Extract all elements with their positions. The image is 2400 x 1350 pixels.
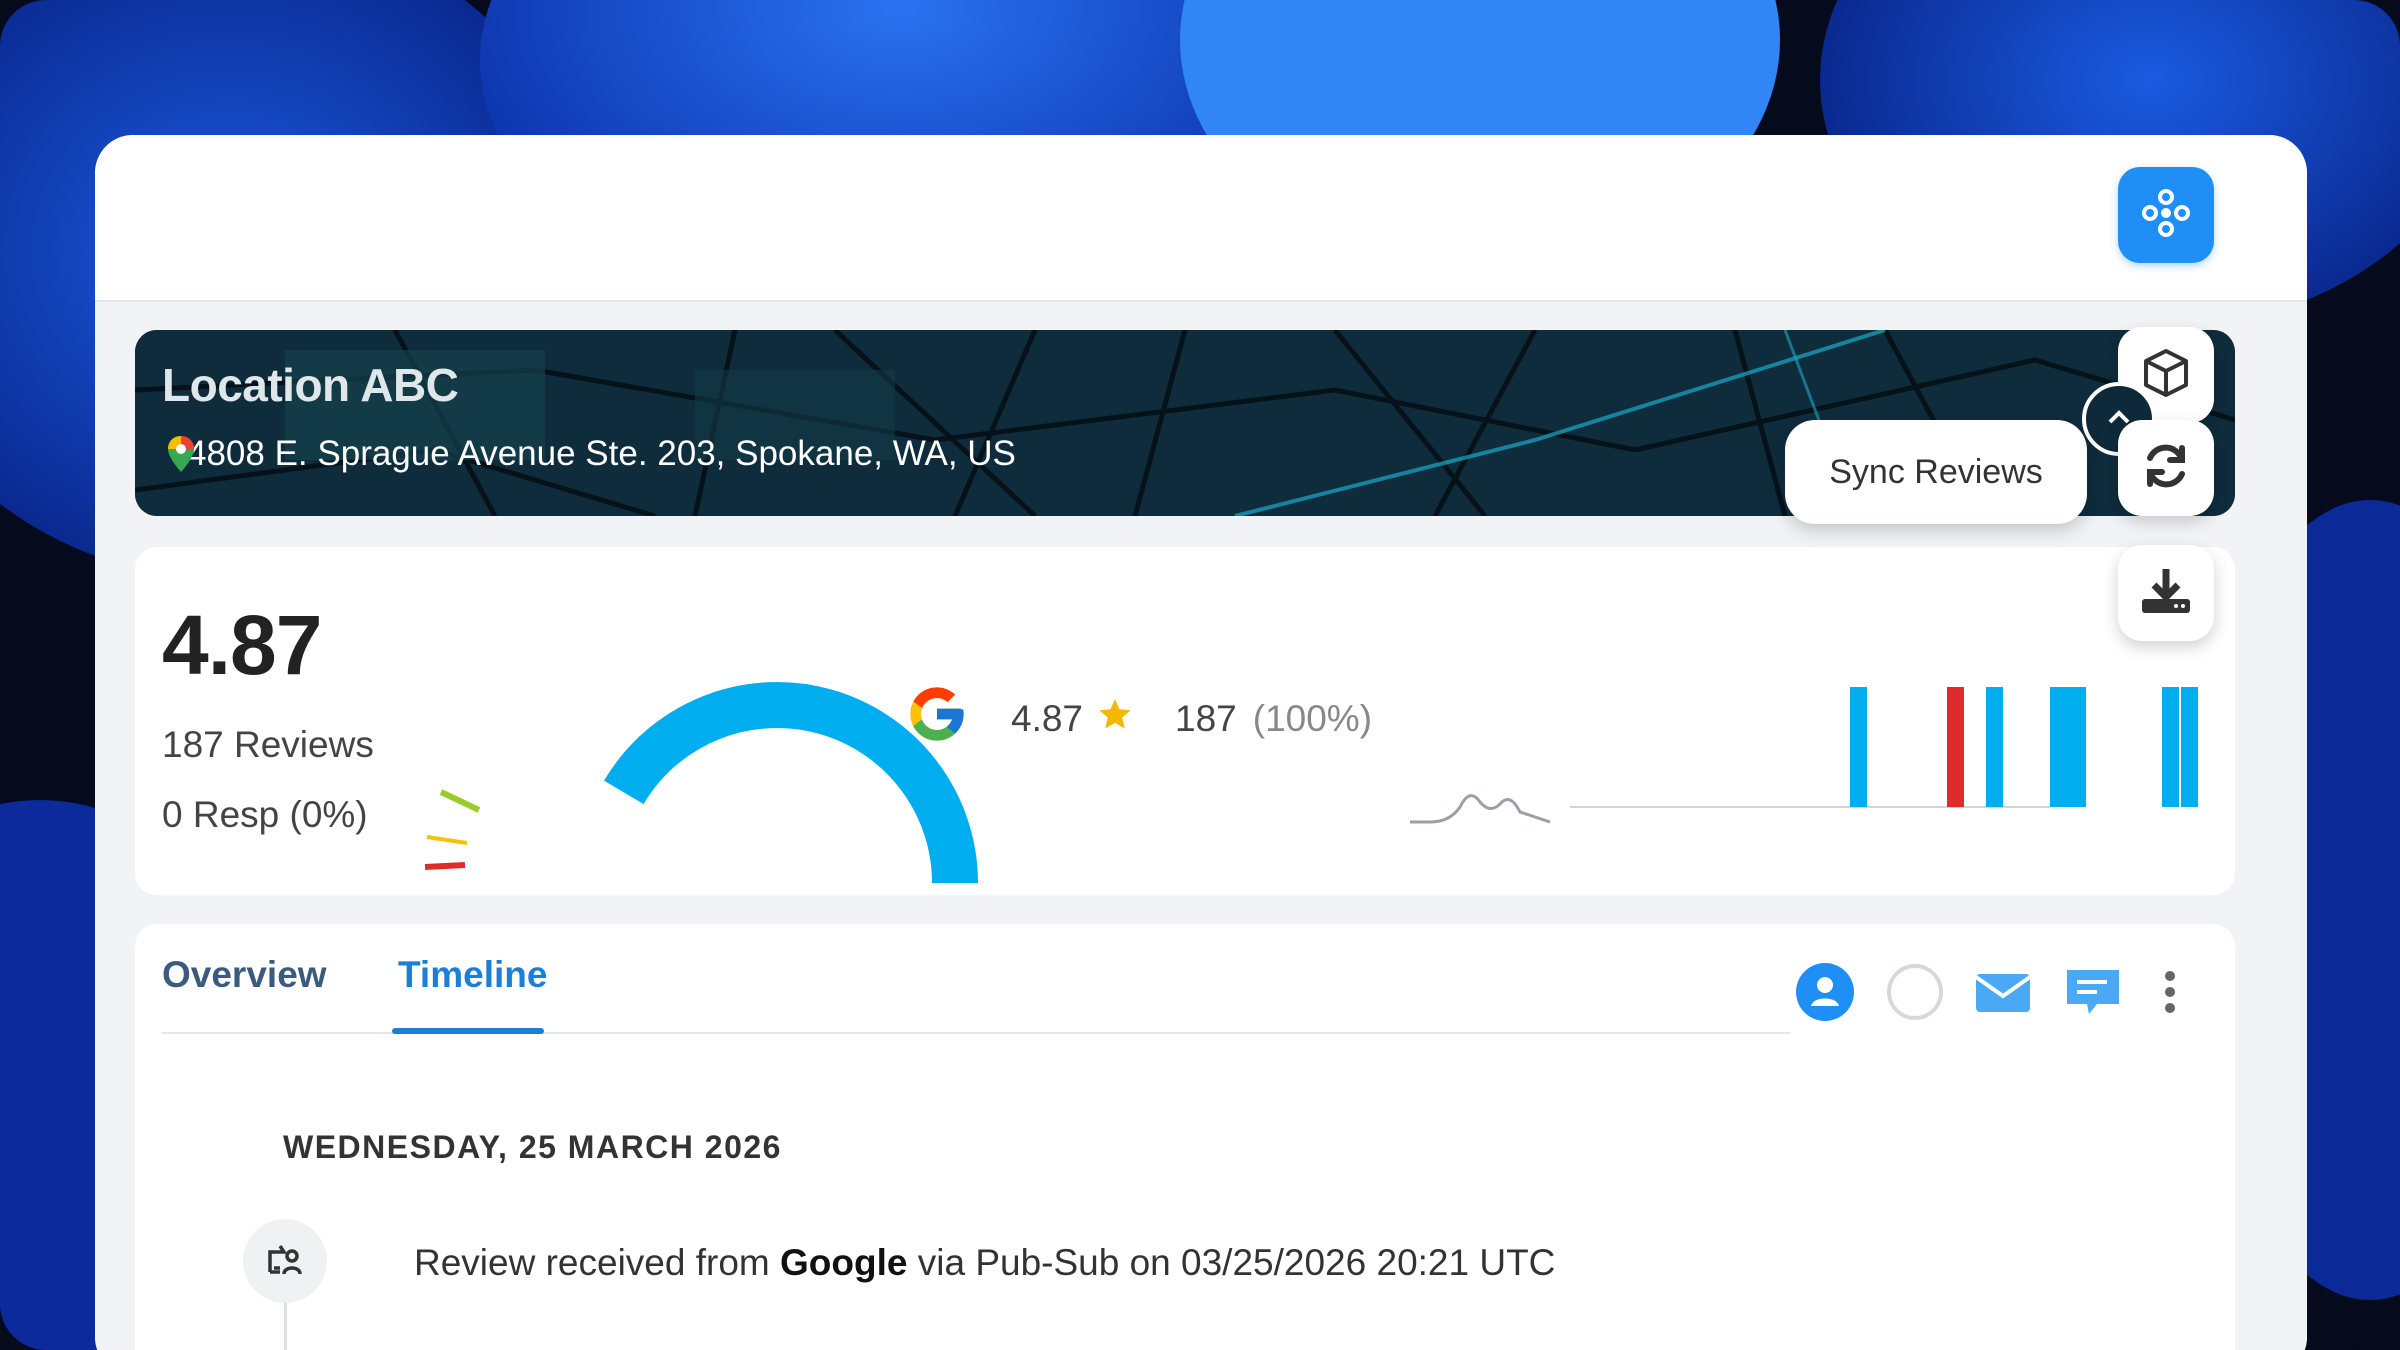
address-text: 4808 E. Sprague Avenue Ste. 203, Spokane…	[187, 434, 1016, 473]
event-text-post: via Pub-Sub on 03/25/2026 20:21 UTC	[907, 1242, 1556, 1283]
comment-icon[interactable]	[2063, 962, 2123, 1027]
activity-bar	[1986, 687, 2003, 807]
google-review-count: 187	[1175, 697, 1237, 739]
sync-reviews-tooltip: Sync Reviews	[1785, 420, 2087, 524]
activity-bar	[2050, 687, 2067, 807]
activity-bar	[2162, 687, 2179, 807]
user-icon[interactable]	[1795, 962, 1855, 1027]
circle-icon[interactable]	[1885, 962, 1945, 1027]
timeline-event-text: Review received from Google via Pub-Sub …	[414, 1242, 1555, 1284]
ratings-summary: 4.87 187 Reviews 0 Resp (0%) 4.87 187 (1…	[135, 547, 2235, 895]
response-count: 0 Resp (0%)	[162, 794, 368, 835]
top-bar	[95, 135, 2307, 302]
google-rating: 4.87	[1011, 697, 1084, 739]
review-count: 187 Reviews	[162, 724, 374, 765]
activity-bar	[2069, 687, 2086, 807]
apps-button[interactable]	[2118, 167, 2214, 263]
timeline-date: WEDNESDAY, 25 MARCH 2026	[283, 1129, 782, 1165]
apps-icon	[2138, 185, 2194, 246]
google-percent: (100%)	[1252, 697, 1373, 739]
rating-gauge	[424, 682, 978, 884]
event-text-pre: Review received from	[414, 1242, 781, 1283]
tab-timeline[interactable]: Timeline	[398, 954, 547, 996]
location-name: Location ABC	[162, 359, 459, 411]
timeline-event-icon	[243, 1219, 327, 1303]
download-icon	[2138, 563, 2194, 624]
mail-icon[interactable]	[1973, 962, 2033, 1027]
sync-review-icon	[260, 1234, 310, 1289]
location-address: 4808 E. Sprague Avenue Ste. 203, Spokane…	[165, 434, 1016, 474]
sync-reviews-button[interactable]	[2118, 420, 2214, 516]
google-source-row[interactable]: 4.87 187 (100%)	[905, 682, 1372, 755]
activity-bar	[1947, 687, 1964, 807]
event-source: Google	[780, 1242, 908, 1283]
review-activity-chart-bars	[2050, 687, 2198, 807]
refresh-icon	[2138, 438, 2194, 499]
review-activity-chart	[1410, 687, 2078, 824]
timeline-connector	[284, 1303, 287, 1350]
more-vertical-icon[interactable]	[2160, 962, 2180, 1027]
app-window: Location ABC 4808 E. Sprague Avenue Ste.…	[95, 135, 2307, 1350]
activity-bar	[2181, 687, 2198, 807]
star-icon	[1097, 696, 1133, 741]
sparkline	[1410, 794, 1551, 824]
average-rating: 4.87	[162, 598, 322, 692]
tab-overview[interactable]: Overview	[162, 954, 327, 996]
activity-bar	[1850, 687, 1867, 807]
download-button[interactable]	[2118, 545, 2214, 641]
active-tab-indicator	[392, 1028, 544, 1034]
detail-panel: Overview Timeline WEDNESDAY, 25 MARCH 20…	[135, 924, 2235, 1350]
google-icon	[905, 682, 969, 755]
